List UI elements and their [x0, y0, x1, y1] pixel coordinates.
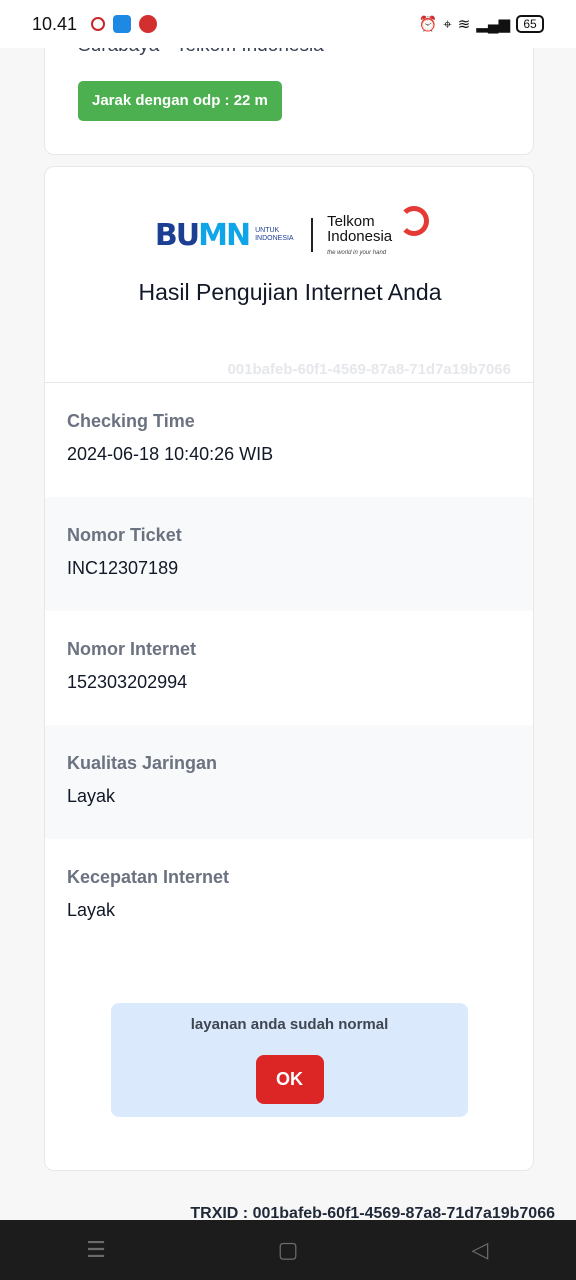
- row-label: Checking Time: [67, 411, 195, 431]
- navigation-bar: ☰ ▢ ◁: [0, 1220, 576, 1280]
- signal-icon: ▂▄▆: [476, 16, 510, 33]
- notification-app-icon: [91, 17, 106, 31]
- bumn-mark-a: BU: [154, 217, 200, 253]
- notification-app-icon: [113, 15, 132, 33]
- home-icon[interactable]: ▢: [258, 1237, 318, 1263]
- result-row-nomor-ticket: Nomor Ticket INC12307189: [45, 497, 533, 611]
- partner-logos: BUMN UNTUK INDONESIA Telkom Indonesia th…: [45, 205, 533, 265]
- result-card: BUMN UNTUK INDONESIA Telkom Indonesia th…: [44, 166, 534, 1171]
- bumn-subtitle: UNTUK INDONESIA: [255, 227, 294, 242]
- bumn-mark-b: MN: [198, 217, 251, 253]
- telkom-tagline: the world in your hand: [327, 250, 387, 256]
- alert-message: layanan anda sudah normal: [190, 1016, 389, 1033]
- row-label: Nomor Ticket: [67, 525, 182, 545]
- battery-icon: 65: [516, 15, 544, 33]
- wifi-icon: ≋: [457, 16, 471, 33]
- telkom-mark-icon: [399, 206, 430, 236]
- telkom-name: Telkom Indonesia: [327, 213, 393, 245]
- notification-app-icon: [139, 15, 158, 33]
- telkom-logo: Telkom Indonesia the world in your hand: [327, 206, 430, 256]
- result-row-kecepatan-internet: Kecepatan Internet Layak: [45, 839, 533, 953]
- ok-button[interactable]: OK: [255, 1055, 324, 1104]
- row-value: 2024-06-18 10:40:26 WIB: [67, 444, 274, 464]
- row-label: Kecepatan Internet: [67, 867, 230, 887]
- status-alert: layanan anda sudah normal OK: [111, 1003, 468, 1117]
- logo-divider: [311, 218, 314, 252]
- row-label: Kualitas Jaringan: [67, 753, 218, 773]
- menu-icon[interactable]: ☰: [66, 1237, 126, 1263]
- result-list: Checking Time 2024-06-18 10:40:26 WIB No…: [45, 383, 533, 953]
- back-icon[interactable]: ◁: [450, 1237, 510, 1263]
- row-value: Layak: [67, 900, 116, 920]
- status-time: 10.41: [32, 13, 78, 34]
- location-icon: ⌖: [443, 15, 452, 33]
- result-row-nomor-internet: Nomor Internet 152303202994: [45, 611, 533, 725]
- bumn-mark: BUMN: [154, 217, 251, 253]
- page-title: Hasil Pengujian Internet Anda: [138, 279, 442, 305]
- row-value: INC12307189: [67, 558, 179, 578]
- status-bar: 10.41 ⏰ ⌖ ≋ ▂▄▆ 65: [0, 0, 576, 48]
- result-row-kualitas-jaringan: Kualitas Jaringan Layak: [45, 725, 533, 839]
- result-row-checking-time: Checking Time 2024-06-18 10:40:26 WIB: [45, 383, 533, 497]
- row-value: Layak: [67, 786, 116, 806]
- row-value: 152303202994: [67, 672, 188, 692]
- status-right: ⏰ ⌖ ≋ ▂▄▆ 65: [419, 15, 544, 33]
- alarm-icon: ⏰: [418, 16, 438, 33]
- row-label: Nomor Internet: [67, 639, 197, 659]
- notification-icons: [91, 15, 158, 33]
- bumn-logo: BUMN UNTUK INDONESIA: [155, 218, 297, 253]
- distance-badge: Jarak dengan odp : 22 m: [78, 81, 282, 121]
- ticket-id: 001bafeb-60f1-4569-87a8-71d7a19b7066: [227, 361, 511, 378]
